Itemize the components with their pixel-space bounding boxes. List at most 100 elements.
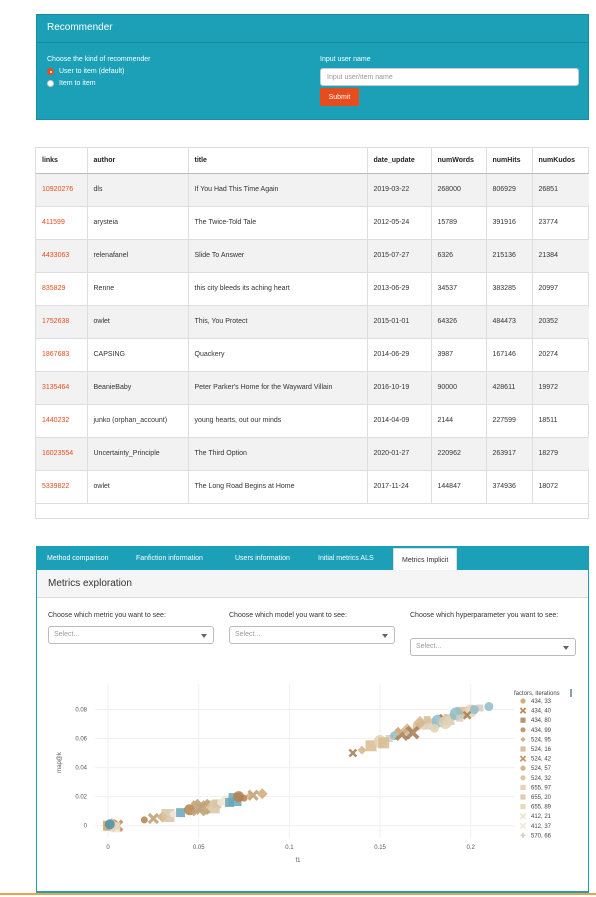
table-cell: The Long Road Begins at Home [188, 470, 368, 504]
table-cell: 268000 [431, 173, 487, 207]
radio-user-to-item[interactable]: User to item (default) [47, 68, 151, 75]
recommender-panel: Recommender Choose the kind of recommend… [36, 14, 589, 120]
table-cell: 220962 [431, 437, 487, 471]
table-cell: 2015-01-01 [367, 305, 432, 339]
work-link[interactable]: 5339822 [36, 470, 88, 504]
work-link[interactable]: 4433063 [36, 239, 88, 273]
data-point [429, 723, 439, 733]
y-tick-label: 0.06 [75, 737, 87, 743]
y-tick-label: 0 [84, 824, 88, 830]
table-cell: 20352 [532, 305, 589, 339]
legend-marker [520, 727, 526, 733]
table-cell: 227599 [486, 404, 533, 438]
legend-marker [520, 794, 526, 800]
recommender-title: Recommender [37, 15, 588, 43]
data-point [456, 714, 464, 722]
table-cell: 2017-11-24 [367, 470, 432, 504]
table-row: 835829 Renne this city bleeds its aching h… [36, 272, 589, 306]
data-point [147, 812, 160, 825]
table-cell: The Twice-Told Tale [188, 206, 368, 240]
radio-unselected-icon[interactable] [47, 80, 54, 87]
column-header-links[interactable]: links [36, 148, 88, 174]
legend-marker [520, 698, 526, 704]
table-cell: 18072 [532, 470, 589, 504]
legend-marker [519, 822, 527, 830]
work-link[interactable]: 1867683 [36, 338, 88, 372]
legend-marker [520, 775, 526, 781]
x-tick-label: 0.2 [467, 845, 476, 851]
radio-label-item-to-item: Item to item [59, 80, 96, 87]
legend-marker [520, 746, 526, 752]
column-header-author[interactable]: author [87, 148, 189, 174]
user-name-input[interactable] [320, 68, 579, 86]
legend-entry: 524, 16 [531, 747, 552, 753]
work-link[interactable]: 1440232 [36, 404, 88, 438]
work-link[interactable]: 1752638 [36, 305, 88, 339]
table-row: 4433063 relenafanel Slide To Answer 2015-07… [36, 239, 589, 273]
work-link[interactable]: 16023554 [36, 437, 88, 471]
legend-marker [520, 804, 526, 810]
table-cell: If You Had This Time Again [188, 173, 368, 207]
table-row: 1752638 owlet This, You Protect 2015-01-01 6… [36, 305, 589, 339]
table-cell: 2015-07-27 [367, 239, 432, 273]
column-header-date_update[interactable]: date_update [367, 148, 432, 174]
radio-selected-icon[interactable] [47, 68, 54, 75]
table-cell: 2013-06-29 [367, 272, 432, 306]
table-cell: 167146 [486, 338, 533, 372]
data-point [348, 748, 358, 758]
data-point [484, 702, 494, 712]
work-link[interactable]: 411599 [36, 206, 88, 240]
column-header-numkudos[interactable]: numKudos [532, 148, 589, 174]
table-cell: this city bleeds its aching heart [188, 272, 368, 306]
legend-entry: 524, 32 [531, 776, 552, 782]
table-row: 16023554 Uncertainty_Principle The Third O… [36, 437, 589, 471]
x-axis-label: f1 [295, 858, 301, 864]
table-cell: Uncertainty_Principle [87, 437, 189, 471]
table-cell: 2020-01-27 [367, 437, 432, 471]
legend-marker [520, 736, 526, 742]
submit-button[interactable]: Submit [320, 88, 359, 106]
y-tick-label: 0.02 [75, 795, 87, 801]
table-cell: 374936 [486, 470, 533, 504]
data-point [216, 798, 224, 806]
table-row: 1440232 junko (orphan_account) young heart… [36, 404, 589, 438]
data-point [469, 704, 479, 714]
column-header-numhits[interactable]: numHits [486, 148, 533, 174]
work-link[interactable]: 3135464 [36, 371, 88, 405]
table-cell: 19972 [532, 371, 589, 405]
x-tick-label: 0 [106, 845, 110, 851]
table-cell: 383285 [486, 272, 533, 306]
table-cell: 144847 [431, 470, 487, 504]
table-cell: 6326 [431, 239, 487, 273]
data-point [438, 716, 452, 730]
table-cell: 26851 [532, 173, 589, 207]
radio-item-to-item[interactable]: Item to item [47, 80, 151, 87]
metrics-tabs-panel: Method comparison Fanfiction information… [36, 546, 589, 893]
table-cell: 23774 [532, 206, 589, 240]
table-cell: This, You Protect [188, 305, 368, 339]
table-cell: 90000 [431, 371, 487, 405]
legend-entry: 434, 40 [531, 709, 552, 715]
table-cell: 484473 [486, 305, 533, 339]
legend-marker [519, 707, 527, 714]
table-cell: 34537 [431, 272, 487, 306]
work-link[interactable]: 835829 [36, 272, 88, 306]
results-table-container: links author title date_update numWords numHi… [35, 147, 589, 519]
column-header-title[interactable]: title [188, 148, 368, 174]
table-cell: Slide To Answer [188, 239, 368, 273]
table-cell: owlet [87, 470, 189, 504]
legend-entry: 570, 66 [531, 833, 552, 839]
table-cell: 2012-05-24 [367, 206, 432, 240]
table-cell: 391916 [486, 206, 533, 240]
x-tick-label: 0.15 [374, 845, 386, 851]
table-cell: BeanieBaby [87, 371, 189, 405]
table-cell: owlet [87, 305, 189, 339]
data-point [104, 819, 115, 830]
column-header-numwords[interactable]: numWords [431, 148, 487, 174]
x-tick-label: 0.1 [285, 845, 294, 851]
data-point [378, 737, 390, 749]
results-table: links author title date_update numWords numHi… [36, 148, 589, 504]
work-link[interactable]: 10920276 [36, 173, 88, 207]
legend-entry: 655, 89 [531, 805, 552, 811]
table-cell: 215136 [486, 239, 533, 273]
